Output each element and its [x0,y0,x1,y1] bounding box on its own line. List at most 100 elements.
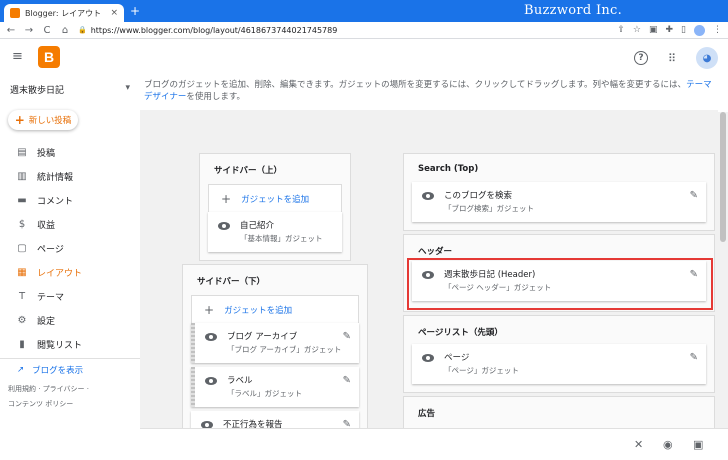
add-gadget-label: ガジェットを追加 [224,306,293,316]
edit-pencil-icon[interactable]: ✎ [690,190,698,201]
sidebar-item-comments[interactable]: ▬ コメント [0,188,140,212]
gadget-blog-search[interactable]: このブログを検索「ブログ検索」ガジェット ✎ [412,182,706,222]
menu-icon[interactable]: ⋮ [713,25,722,35]
gadget-labels[interactable]: ラベル 「ラベル」ガジェット ✎ [191,367,359,407]
sidebar-item-label: ページ [37,244,64,255]
panel-sidebar-bottom: サイドバー（下） + ガジェットを追加 ブログ アーカイブ「ブログ アーカイブ」ガ… [182,264,368,428]
open-external-icon: ↗ [17,364,25,375]
home-icon[interactable]: ⌂ [60,25,70,36]
eye-icon[interactable] [201,421,213,428]
plus-icon: + [221,192,232,206]
eye-icon[interactable] [205,377,217,385]
gadget-type: 「基本情報」ガジェット [240,234,323,243]
sidebar-item-settings[interactable]: ⚙ 設定 [0,308,140,332]
edit-pencil-icon[interactable]: ✎ [690,352,698,363]
eye-icon[interactable] [422,354,434,362]
address-bar: ← → C ⌂ 🔒 https://www.blogger.com/blog/l… [0,22,728,39]
scrollbar-thumb[interactable] [720,112,726,242]
blog-selector[interactable]: 週末散歩日記 ▾ [0,73,140,106]
user-avatar[interactable]: ◕ [696,47,718,69]
profile-icon[interactable] [694,24,705,36]
help-icon[interactable]: ? [633,51,648,65]
edit-pencil-icon[interactable]: ✎ [343,331,351,342]
add-gadget-button[interactable]: + ガジェットを追加 [208,184,342,214]
hamburger-menu-icon[interactable]: ≡ [12,49,32,64]
highlight-box [407,258,713,310]
sidebar-icon[interactable]: ▯ [681,25,686,35]
gadget-name: このブログを検索 [444,191,513,201]
sidebar-item-layout[interactable]: ▦ レイアウト [0,260,140,284]
gadget-name: ブログ アーカイブ [227,332,298,342]
apps-grid-icon[interactable]: ⠿ [668,52,676,65]
dollar-icon: $ [18,218,26,230]
drag-handle[interactable] [191,323,195,363]
sidebar-item-earnings[interactable]: $ 収益 [0,212,140,236]
footer-links: 利用規約 · プライバシー · コンテンツ ポリシー [0,380,140,414]
left-sidebar: 週末散歩日記 ▾ + 新しい投稿 ▤ 投稿 ▥ 統計情報 ▬ コメント $ 収益 ▢ ペー… [0,73,140,460]
scrollbar[interactable] [718,112,728,430]
sidebar-item-label: 統計情報 [37,172,74,183]
browser-tab[interactable]: Blogger: レイアウト × [4,4,124,22]
new-tab-button[interactable]: + [130,4,140,18]
close-icon[interactable]: ✕ [634,438,643,451]
panel-ads: 広告 [403,396,715,428]
footer-links-line1[interactable]: 利用規約 · プライバシー · [8,382,132,397]
sidebar-item-reading-list[interactable]: ▮ 閲覧リスト [0,332,140,356]
view-blog-link[interactable]: ↗ ブログを表示 [0,358,140,380]
panel-title: サイドバー（下） [197,277,266,287]
blogger-favicon-icon [10,8,20,18]
gadget-pages[interactable]: ページ 「ページ」ガジェット ✎ [412,344,706,384]
window-brand-text: Buzzword Inc. [524,3,623,18]
save-icon[interactable]: ▣ [693,438,703,451]
drag-handle[interactable] [191,367,195,407]
panel-sidebar-top: サイドバー（上） + ガジェットを追加 自己紹介 「基本情報」ガジェット [199,153,351,261]
gadget-name: 自己紹介 [240,221,275,231]
extension-icon[interactable]: ▣ [649,25,658,35]
comment-icon: ▬ [17,194,27,206]
sidebar-item-posts[interactable]: ▤ 投稿 [0,140,140,164]
new-post-button[interactable]: + 新しい投稿 [8,110,78,130]
gadget-type: 「ブログ検索」ガジェット [444,204,534,213]
puzzle-icon[interactable]: ✚ [666,25,674,35]
reload-icon[interactable]: C [42,25,52,36]
blogger-logo[interactable]: B [38,45,60,68]
eye-icon[interactable] [218,222,230,230]
edit-pencil-icon[interactable]: ✎ [343,375,351,386]
layout-canvas: サイドバー（上） + ガジェットを追加 自己紹介 「基本情報」ガジェット サイドバー… [140,110,718,428]
bookmark-icon: ▮ [19,338,25,350]
panel-title: ページリスト（先頭） [418,328,503,338]
gadget-report-abuse[interactable]: 不正行為を報告 ✎ [191,411,359,428]
eye-icon[interactable] [205,333,217,341]
sidebar-item-label: コメント [37,196,74,207]
edit-pencil-icon[interactable]: ✎ [343,419,351,428]
footer-links-line2[interactable]: コンテンツ ポリシー [8,397,132,412]
blog-name: 週末散歩日記 [10,86,65,96]
app-header: ≡ B ? ⠿ ◕ [0,40,728,73]
gadget-blog-archive[interactable]: ブログ アーカイブ「ブログ アーカイブ」ガジェット ✎ [191,323,359,363]
sidebar-item-label: 収益 [37,220,56,231]
description-text: ブログのガジェットを追加、削除、編集できます。ガジェットの場所を変更するには、ク… [144,80,687,90]
lock-icon: 🔒 [78,26,87,34]
tab-close-icon[interactable]: × [110,8,118,18]
plus-icon: + [204,303,215,317]
back-icon[interactable]: ← [6,25,16,36]
sidebar-item-theme[interactable]: T テーマ [0,284,140,308]
tab-title: Blogger: レイアウト [25,8,102,18]
add-gadget-button[interactable]: + ガジェットを追加 [191,295,359,325]
gadget-type: 「ページ」ガジェット [444,366,519,375]
eye-icon[interactable] [422,192,434,200]
sidebar-item-label: 投稿 [37,148,56,159]
url-field[interactable]: 🔒 https://www.blogger.com/blog/layout/46… [78,26,609,35]
panel-title: Search (Top) [418,164,479,174]
page-icon: ▢ [17,242,27,254]
forward-icon[interactable]: → [24,25,34,36]
stats-icon: ▥ [17,170,27,182]
sidebar-item-pages[interactable]: ▢ ページ [0,236,140,260]
share-icon[interactable]: ⇪ [617,25,625,35]
star-icon[interactable]: ☆ [633,25,641,35]
preview-eye-icon[interactable]: ◉ [663,438,673,451]
sidebar-item-label: レイアウト [37,268,83,279]
sidebar-item-stats[interactable]: ▥ 統計情報 [0,164,140,188]
gadget-profile[interactable]: 自己紹介「基本情報」ガジェット [208,212,342,252]
gadget-type: 「ブログ アーカイブ」ガジェット [227,345,342,354]
